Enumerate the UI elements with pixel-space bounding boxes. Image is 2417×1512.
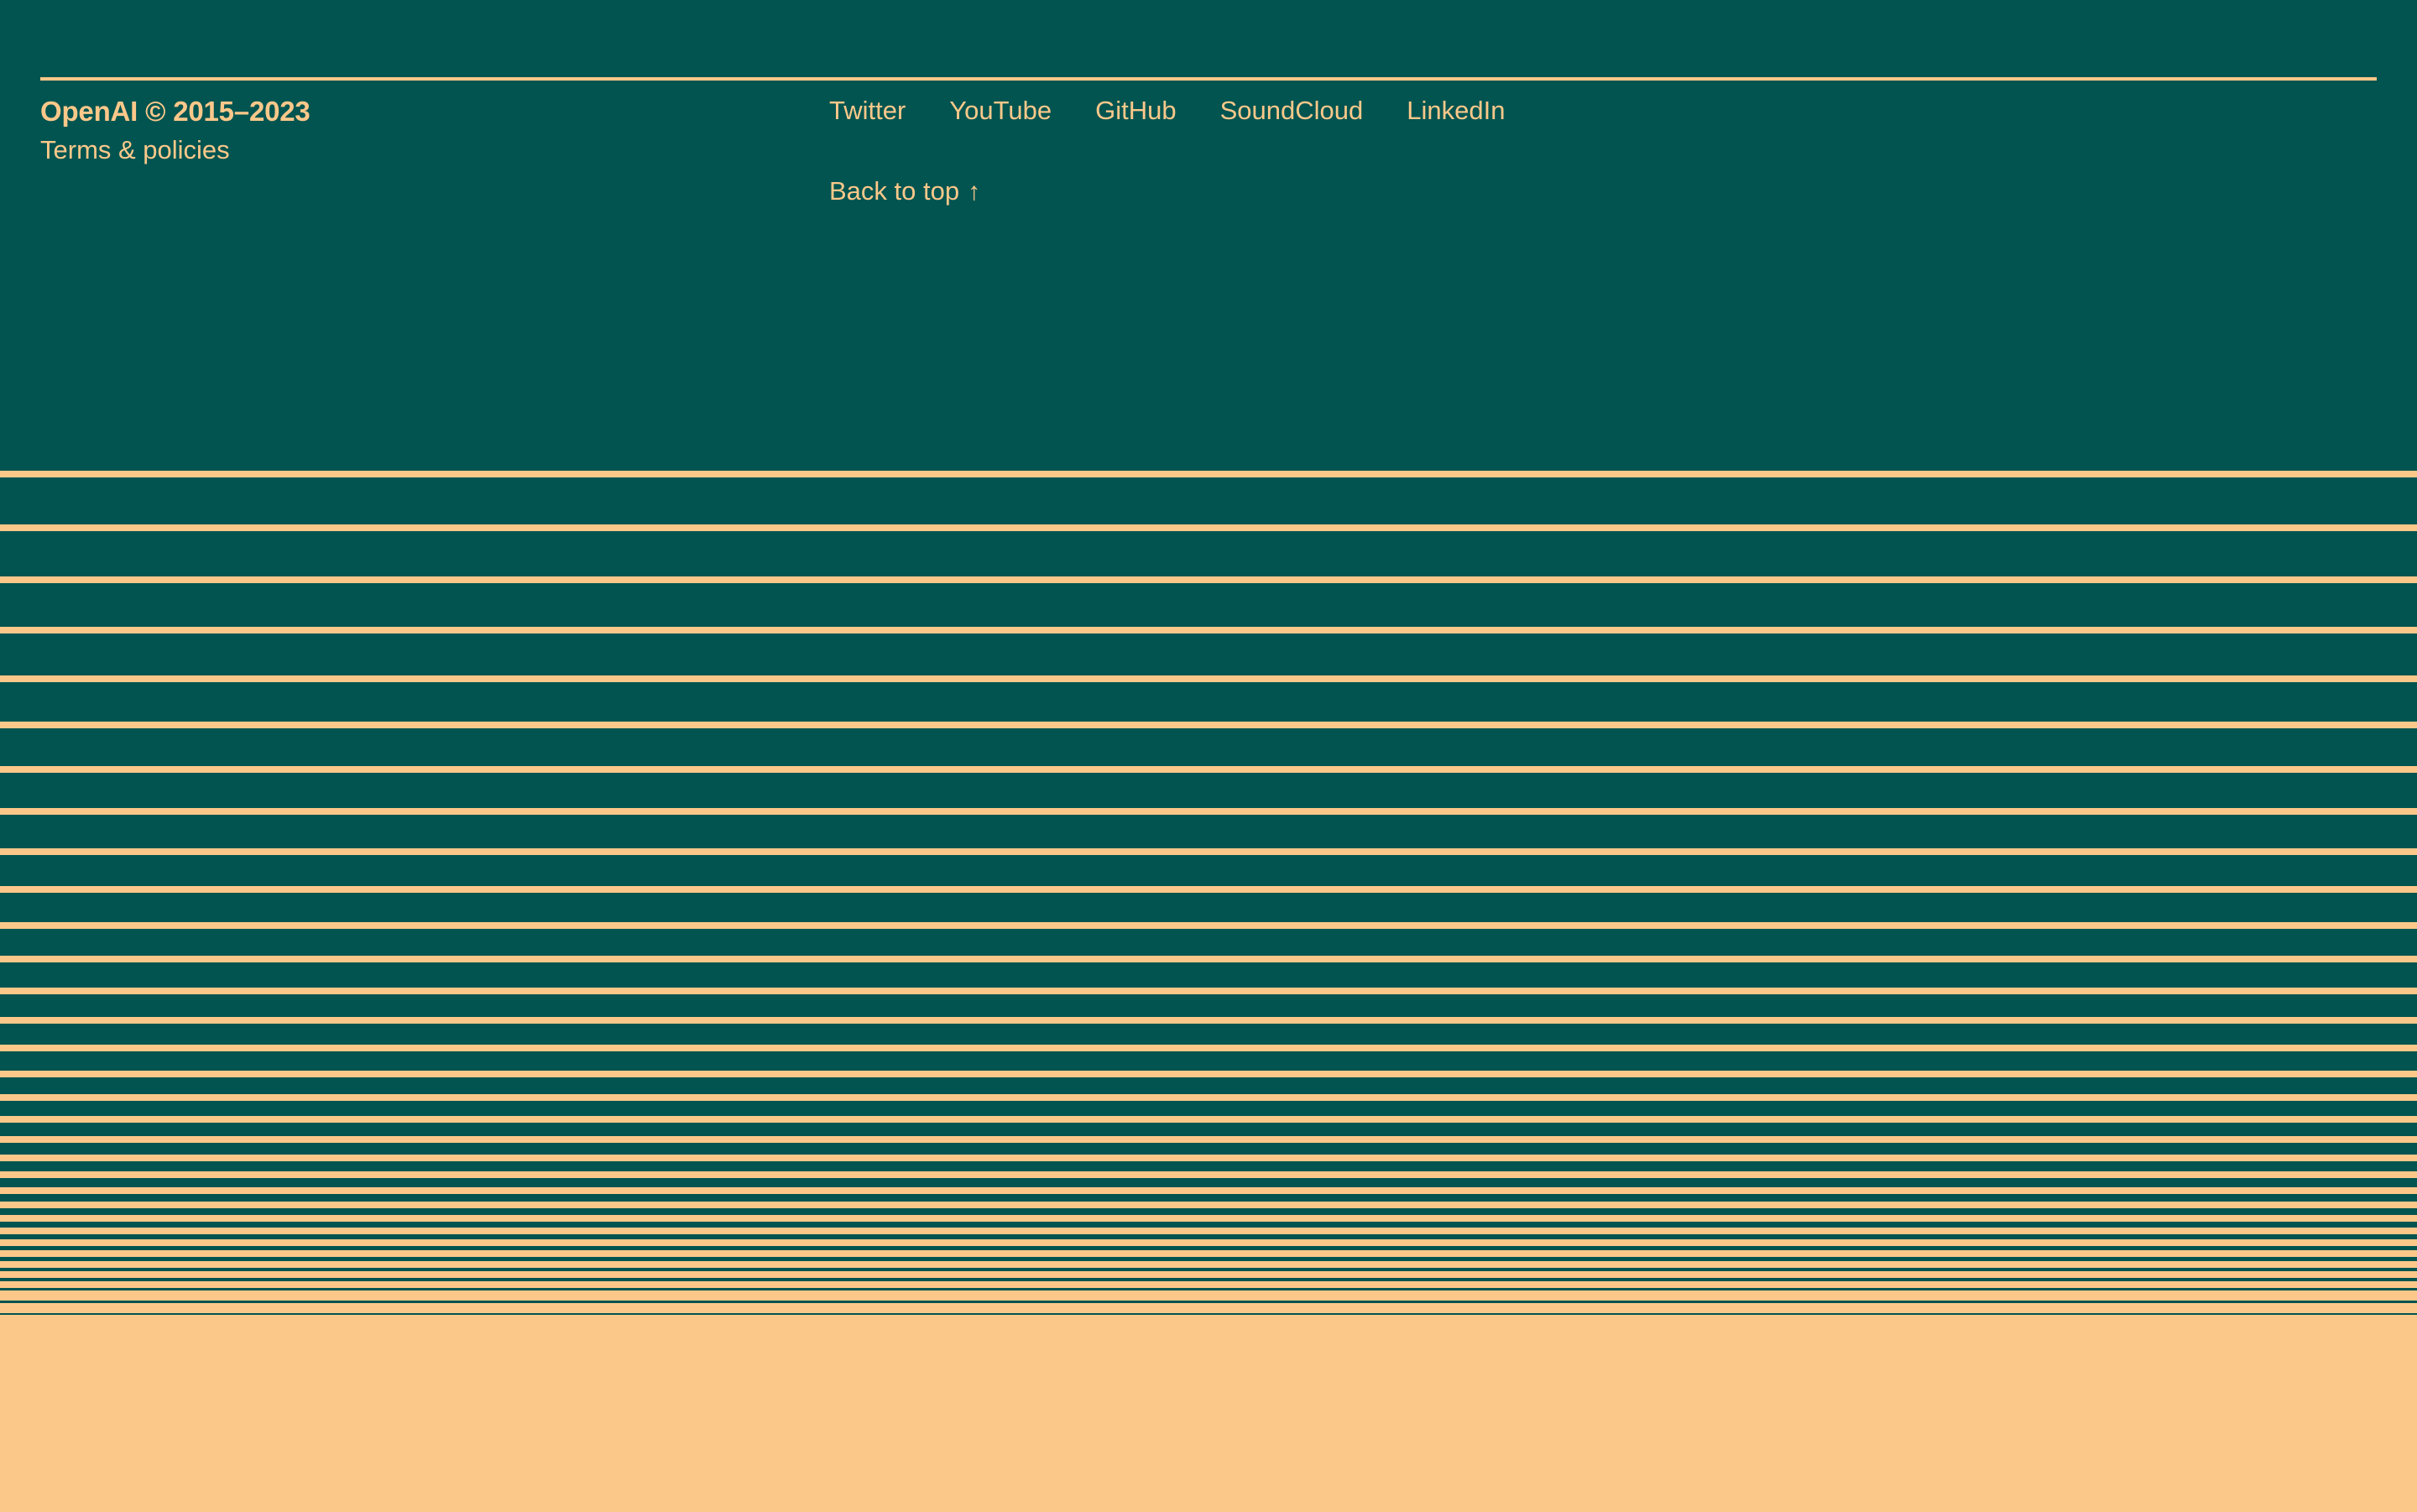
stripe-band — [0, 1246, 2417, 1250]
stripe-band — [0, 815, 2417, 848]
stripe-band — [0, 531, 2417, 576]
stripe-band — [0, 1077, 2417, 1094]
stripe-band — [0, 1234, 2417, 1239]
stripe-band — [0, 1268, 2417, 1271]
social-link-soundcloud[interactable]: SoundCloud — [1220, 94, 1364, 128]
footer-links-column: Twitter YouTube GitHub SoundCloud Linked… — [829, 94, 2256, 209]
footer-brand-column: OpenAI © 2015–2023 Terms & policies — [40, 94, 796, 168]
stripe-band — [0, 1024, 2417, 1045]
stripe-band — [0, 1178, 2417, 1187]
footer-columns: OpenAI © 2015–2023 Terms & policies Twit… — [0, 0, 2417, 461]
stripe-band — [0, 477, 2417, 524]
stripe-band — [0, 1194, 2417, 1202]
stripe-band — [0, 682, 2417, 722]
stripe-band — [0, 893, 2417, 922]
stripe-band — [0, 633, 2417, 675]
stripe-band — [0, 1051, 2417, 1071]
stripe-band — [0, 1208, 2417, 1215]
stripe-band — [0, 1278, 2417, 1281]
stripe-band — [0, 1313, 2417, 1315]
social-links-row: Twitter YouTube GitHub SoundCloud Linked… — [829, 94, 2256, 128]
back-to-top-label: Back to top — [829, 176, 960, 206]
stripe-band — [0, 1123, 2417, 1136]
social-link-linkedin[interactable]: LinkedIn — [1407, 94, 1505, 128]
stripe-band — [0, 583, 2417, 627]
stripe-band — [0, 1288, 2417, 1290]
stripe-band — [0, 929, 2417, 956]
stripe-band — [0, 962, 2417, 988]
stripe-gradient-transition — [0, 461, 2417, 1512]
terms-and-policies-link[interactable]: Terms & policies — [40, 133, 230, 167]
social-link-twitter[interactable]: Twitter — [829, 94, 906, 128]
stripe-band — [0, 728, 2417, 766]
stripe-band — [0, 855, 2417, 886]
stripe-band — [0, 773, 2417, 808]
stripe-band — [0, 1301, 2417, 1303]
back-to-top-link[interactable]: Back to top ↑ — [829, 175, 980, 208]
stripe-band — [0, 1143, 2417, 1155]
stripe-band — [0, 1101, 2417, 1116]
social-link-github[interactable]: GitHub — [1095, 94, 1176, 128]
stripe-band — [0, 1222, 2417, 1228]
copyright-text: OpenAI © 2015–2023 — [40, 96, 311, 127]
arrow-up-icon: ↑ — [968, 178, 981, 206]
footer-page: OpenAI © 2015–2023 Terms & policies Twit… — [0, 0, 2417, 1512]
stripe-band — [0, 994, 2417, 1017]
stripe-band — [0, 1257, 2417, 1261]
stripe-band — [0, 1161, 2417, 1171]
footer-region: OpenAI © 2015–2023 Terms & policies Twit… — [0, 0, 2417, 461]
social-link-youtube[interactable]: YouTube — [949, 94, 1052, 128]
stripe-band — [0, 461, 2417, 471]
